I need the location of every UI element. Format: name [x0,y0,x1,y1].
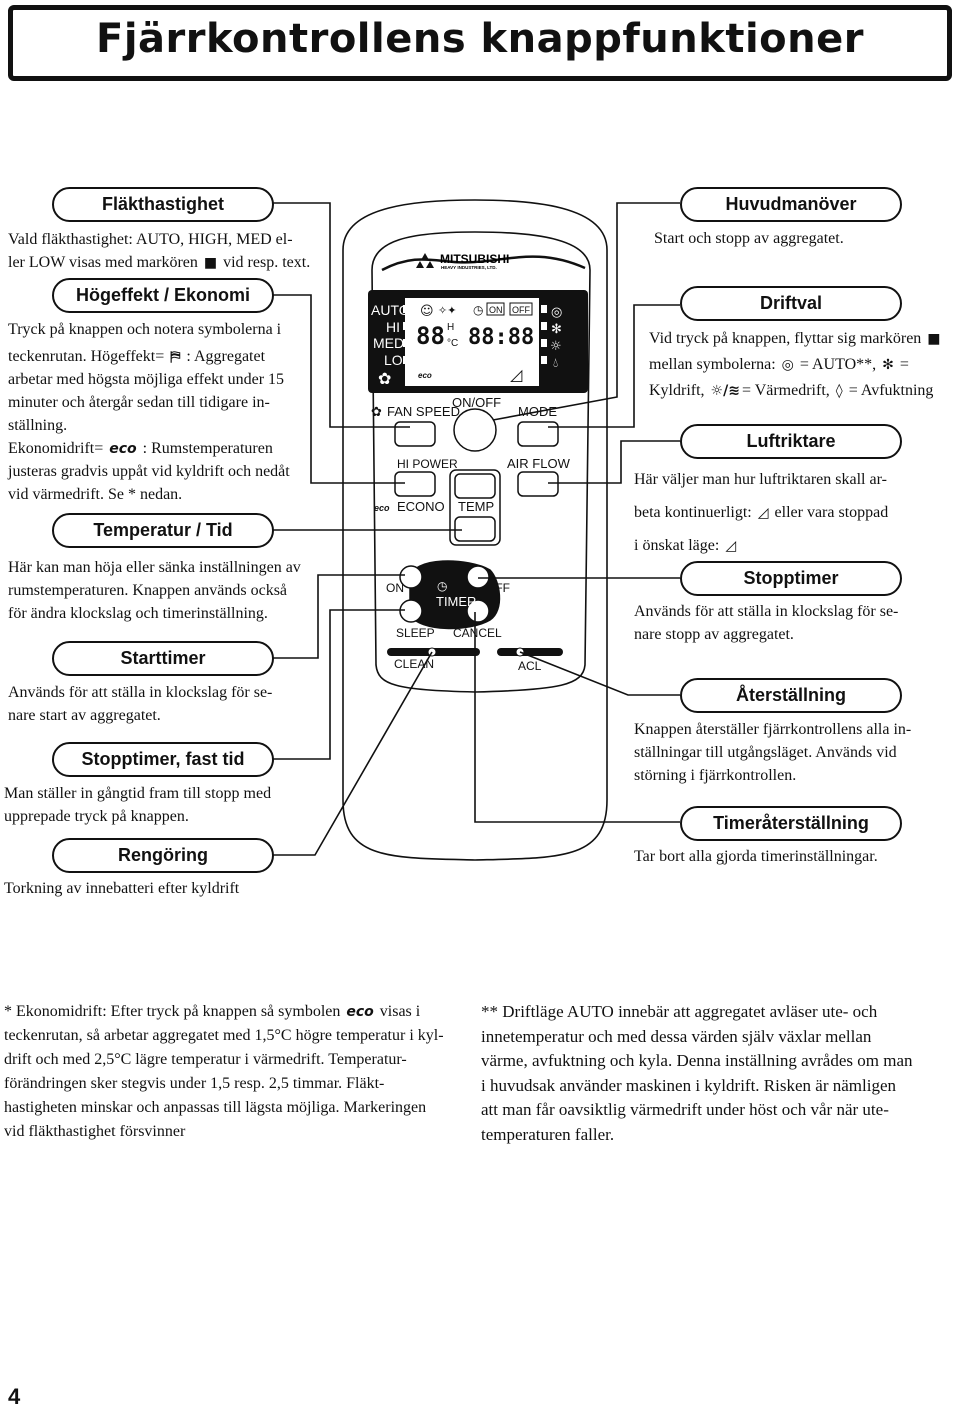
label-sleep-section: Stopptimer, fast tid [52,742,274,777]
mode-text: Vid tryck på knappen, flyttar sig markör… [649,330,941,400]
fan-text: Vald fläkthastighet: AUTO, HIGH, MED el-… [8,231,311,272]
label-acl: ACL [518,659,542,673]
label-onoff-section: Huvudmanöver [680,187,902,222]
lcd-fan-icon: ✿ [378,371,391,388]
temp-up-button[interactable] [454,473,496,499]
lcd-airflow-icon: ◿ [509,365,523,384]
lcd-on: ON [489,305,503,315]
label-cancel-section: Timeråterställning [680,806,902,841]
hipower-text: Tryck på knappen och notera symbolerna i… [8,321,290,503]
clean-text: Torkning av innebatteri efter kyldrift [4,880,240,897]
hi-power-button[interactable] [394,471,436,497]
acl-bar [497,648,563,656]
lcd-auto-mode-icon: ◎ [551,305,562,320]
label-starttimer-section: Starttimer [52,641,274,676]
lcd-med: MED [373,335,404,351]
lcd-eco-icon: eco [418,371,432,380]
cool-icon: ✻ [882,357,894,374]
swing-icon: ◿ [757,505,769,522]
heat-icon: ☼/≋ [710,383,740,400]
label-temp-section: Temperatur / Tid [52,513,274,548]
lcd-clock-icon: ◷ [473,303,484,317]
dry-icon: ◊ [835,383,843,400]
sleep-button[interactable] [399,599,423,623]
label-sleep: SLEEP [396,626,435,640]
timer-clock-icon: ◷ [437,579,448,593]
fan-icon: ✿ [371,405,382,420]
lcd-temp: 88 [416,322,445,350]
temp-text: Här kan man höja eller sänka inställning… [8,559,301,622]
lcd-dry-icon: 💧︎ [553,356,558,371]
label-on-off: ON/OFF [452,395,501,410]
cursor-square-icon: ■ [927,331,941,348]
eco-icon: eco [374,503,390,513]
temp-down-button[interactable] [454,516,496,542]
lcd-sleep-icon: ☺ [420,304,434,319]
acl-text: Knappen återställer fjärrkontrollens all… [634,721,912,784]
starttimer-text: Används för att ställa in klockslag för … [8,684,273,724]
on-off-button[interactable] [453,408,497,452]
lcd-time: 88:88 [468,325,534,350]
fan-speed-button[interactable] [394,421,436,447]
offtimer-text: Används för att ställa in klockslag för … [634,603,899,643]
footnote-eco: * Ekonomidrift: Efter tryck på knappen s… [4,1003,444,1140]
footnote-auto: ** Driftläge AUTO innebär att aggregatet… [481,1002,913,1144]
brand-name: MITSUBISHI [440,252,509,266]
lcd-cool-icon: ✻ [551,322,562,337]
lcd-celsius: °C [447,338,458,349]
hipower-icon: ⛿ [170,349,181,366]
label-acl-section: Återställning [680,678,902,713]
label-offtimer-section: Stopptimer [680,561,902,596]
label-air-flow: AIR FLOW [507,456,571,471]
label-hi-power: HI POWER [397,457,458,471]
brand-sub: HEAVY INDUSTRIES, LTD. [441,265,497,270]
label-econo: ECONO [397,499,445,514]
air-flow-button[interactable] [517,471,559,497]
label-fan-speed: FAN SPEED [387,404,460,419]
mitsubishi-logo: MITSUBISHI HEAVY INDUSTRIES, LTD. [416,252,509,270]
cancel-text: Tar bort alla gjorda timerinställningar. [634,848,878,865]
lcd-h: H [447,322,454,333]
fixed-louver-icon: ◿ [725,538,737,555]
lcd-off: OFF [512,305,530,315]
mode-button[interactable] [517,421,559,447]
timer-on-button[interactable] [399,565,423,589]
label-clean-section: Rengöring [52,838,274,873]
label-airflow-section: Luftriktare [680,424,902,459]
eco-icon: eco [109,441,137,458]
lcd-lo: LO [384,352,403,368]
cursor-square-icon: ■ [203,255,218,272]
lcd-hi: HI [386,319,400,335]
airflow-text: Här väljer man hur luftriktaren skall ar… [634,471,889,555]
label-hipower-section: Högeffekt / Ekonomi [52,278,274,313]
label-fan-speed-section: Fläkthastighet [52,187,274,222]
timer-off-button[interactable] [466,565,490,589]
eco-icon: eco [346,1004,374,1021]
sleep-text: Man ställer in gångtid fram till stopp m… [4,785,272,825]
label-temp: TEMP [458,499,494,514]
auto-mode-icon: ◎ [781,357,794,374]
label-mode-section: Driftval [680,286,902,321]
lcd-heat-icon: ☼ [550,339,562,354]
page: Fjärrkontrollens knappfunktioner MITSUBI… [0,0,960,1411]
lcd-clean-icon: ✧✦ [438,304,456,317]
label-timer: TIMER [436,594,476,609]
page-number: 4 [8,1384,21,1409]
onoff-text: Start och stopp av aggregatet. [654,230,844,247]
